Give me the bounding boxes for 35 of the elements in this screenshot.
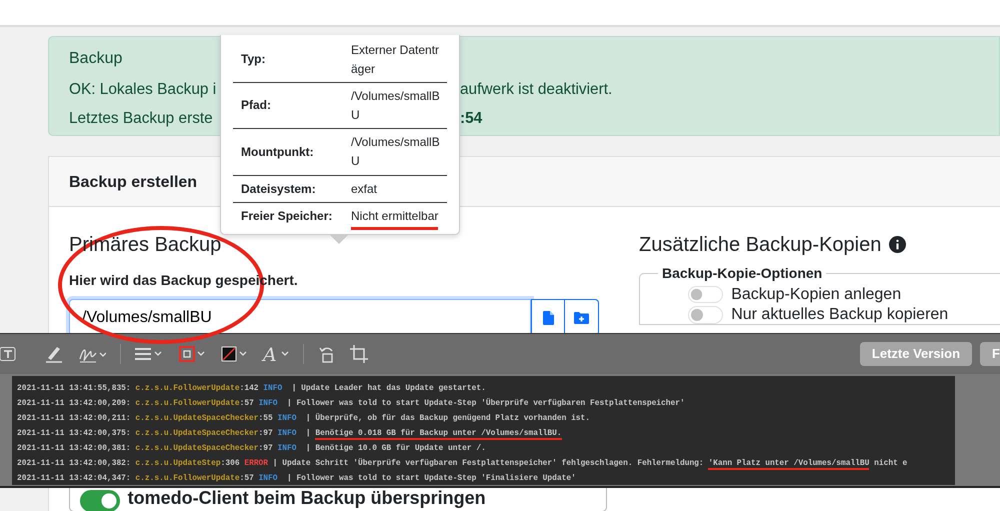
group-legend: Backup-Kopie-Optionen xyxy=(658,263,826,284)
info-label: Dateisystem: xyxy=(241,182,316,196)
file-icon xyxy=(542,310,554,324)
folder-plus-icon xyxy=(574,312,589,324)
switch-label: tomedo-Client beim Backup überspringen xyxy=(128,487,486,510)
alert-text: aufwerk ist deaktiviert. xyxy=(460,79,612,99)
info-label: Typ: xyxy=(241,52,266,66)
alert-title: Backup xyxy=(69,49,122,69)
highlighter-icon[interactable] xyxy=(44,345,64,363)
font-button[interactable]: A xyxy=(263,344,277,364)
border-color-icon[interactable] xyxy=(179,346,207,362)
switch-label: Nur aktuelles Backup kopieren xyxy=(731,305,948,324)
fill-color-icon[interactable] xyxy=(221,346,249,362)
section-title: Zusätzliche Backup-Kopien xyxy=(639,232,882,257)
alert-text: :54 xyxy=(460,108,482,128)
path-input-field[interactable]: /Volumes/smallBU xyxy=(69,299,531,336)
toolbar-button[interactable]: Letzte Version xyxy=(860,342,972,366)
info-label: Pfad: xyxy=(241,98,271,112)
add-folder-button[interactable] xyxy=(565,299,599,336)
info-value: Nicht ermittelbar xyxy=(351,209,438,230)
info-value: /Volumes/smallBU xyxy=(351,89,440,122)
toolbar-button[interactable]: F xyxy=(980,342,1000,366)
info-label: Freier Speicher: xyxy=(241,209,332,224)
alert-text: Letztes Backup erste xyxy=(69,108,214,128)
text-tool-icon[interactable] xyxy=(0,347,16,361)
caret-icon xyxy=(280,351,289,357)
info-icon xyxy=(889,236,906,252)
info-value: exfat xyxy=(351,182,378,196)
toggle-switch[interactable] xyxy=(80,490,120,511)
crop-icon[interactable] xyxy=(350,345,368,363)
file-button[interactable] xyxy=(531,299,565,336)
info-label: Mountpunkt: xyxy=(241,144,314,159)
info-value: Externer Datenträger xyxy=(351,43,440,76)
switch-label: Backup-Kopien anlegen xyxy=(731,285,902,304)
alert-text: OK: Lokales Backup i xyxy=(69,79,218,100)
